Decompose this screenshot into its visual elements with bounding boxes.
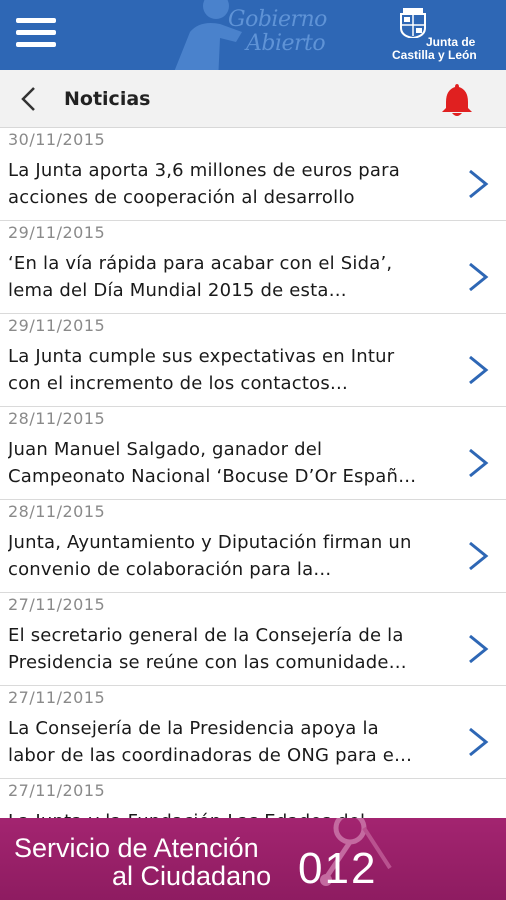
news-date: 30/11/2015 [8,130,106,149]
news-title-line1: La Junta aporta 3,6 millones de euros pa… [8,160,400,181]
section-header: Noticias [0,70,506,128]
news-list: 30/11/2015 La Junta aporta 3,6 millones … [0,128,506,818]
news-date: 28/11/2015 [8,409,106,428]
chevron-right-icon[interactable] [466,354,490,386]
news-title: Junta, Ayuntamiento y Diputación firman … [8,529,456,583]
brand-line2: Castilla y León [392,48,477,62]
chevron-right-icon[interactable] [466,168,490,200]
news-item[interactable]: 29/11/2015 La Junta cumple sus expectati… [0,314,506,407]
chevron-right-icon[interactable] [466,633,490,665]
news-item[interactable]: 28/11/2015 Juan Manuel Salgado, ganador … [0,407,506,500]
news-date: 29/11/2015 [8,223,106,242]
banner-line1: Servicio de Atención [14,833,259,863]
chevron-right-icon[interactable] [466,726,490,758]
news-title-line2: Campeonato Nacional ‘Bocuse D’Or Españ… [8,466,417,487]
coat-of-arms-icon [400,8,426,38]
news-title-line2: con el incremento de los contactos… [8,373,349,394]
news-item[interactable]: 29/11/2015 ‘En la vía rápida para acabar… [0,221,506,314]
logo-line2: Abierto [246,31,326,56]
news-title: Juan Manuel Salgado, ganador del Campeon… [8,436,456,490]
news-date: 27/11/2015 [8,595,106,614]
news-title-line1: Junta, Ayuntamiento y Diputación firman … [8,532,412,553]
news-title: La Consejería de la Presidencia apoya la… [8,715,456,769]
news-title-line1: La Junta cumple sus expectativas en Intu… [8,346,395,367]
banner-phone-number: 012 [298,844,378,893]
citizen-service-banner[interactable]: Servicio de Atención al Ciudadano 012 [0,818,506,900]
news-title-line2: convenio de colaboración para la… [8,559,332,580]
news-date: 28/11/2015 [8,502,106,521]
news-title: La Junta cumple sus expectativas en Intu… [8,343,456,397]
chevron-right-icon[interactable] [466,540,490,572]
news-item[interactable]: 27/11/2015 La Junta y la Fundación Las E… [0,779,506,818]
banner-line2: al Ciudadano [112,861,272,891]
gobierno-abierto-logo: Gobierno Abierto [228,8,327,56]
news-title-line1: La Junta y la Fundación Las Edades del [8,808,456,818]
news-date: 27/11/2015 [8,781,106,800]
chevron-right-icon[interactable] [466,261,490,293]
news-title-line2: lema del Día Mundial 2015 de esta… [8,280,347,301]
news-item[interactable]: 27/11/2015 La Consejería de la Presidenc… [0,686,506,779]
app-top-bar: Gobierno Abierto Junta de Castilla y Leó… [0,0,506,70]
news-title-line1: El secretario general de la Consejería d… [8,625,404,646]
news-title-line2: labor de las coordinadoras de ONG para e… [8,745,413,766]
news-title: La Junta y la Fundación Las Edades del [8,808,456,818]
junta-castilla-leon-logo: Junta de Castilla y León [392,8,502,64]
news-date: 27/11/2015 [8,688,106,707]
menu-hamburger-icon[interactable] [16,18,56,52]
news-title-line2: Presidencia se reúne con las comunidade… [8,652,407,673]
page-title: Noticias [64,88,151,110]
news-date: 29/11/2015 [8,316,106,335]
news-title: El secretario general de la Consejería d… [8,622,456,676]
notification-bell-icon[interactable] [440,82,474,118]
back-chevron-icon[interactable] [14,84,44,114]
chevron-right-icon[interactable] [466,447,490,479]
news-title-line2: acciones de cooperación al desarrollo [8,187,355,208]
logo-line1: Gobierno [228,7,327,32]
news-title: ‘En la vía rápida para acabar con el Sid… [8,250,456,304]
news-title-line1: La Consejería de la Presidencia apoya la [8,718,379,739]
news-title-line1: Juan Manuel Salgado, ganador del [8,439,323,460]
news-item[interactable]: 27/11/2015 El secretario general de la C… [0,593,506,686]
news-title-line1: ‘En la vía rápida para acabar con el Sid… [8,253,393,274]
news-title: La Junta aporta 3,6 millones de euros pa… [8,157,456,211]
news-item[interactable]: 30/11/2015 La Junta aporta 3,6 millones … [0,128,506,221]
news-item[interactable]: 28/11/2015 Junta, Ayuntamiento y Diputac… [0,500,506,593]
